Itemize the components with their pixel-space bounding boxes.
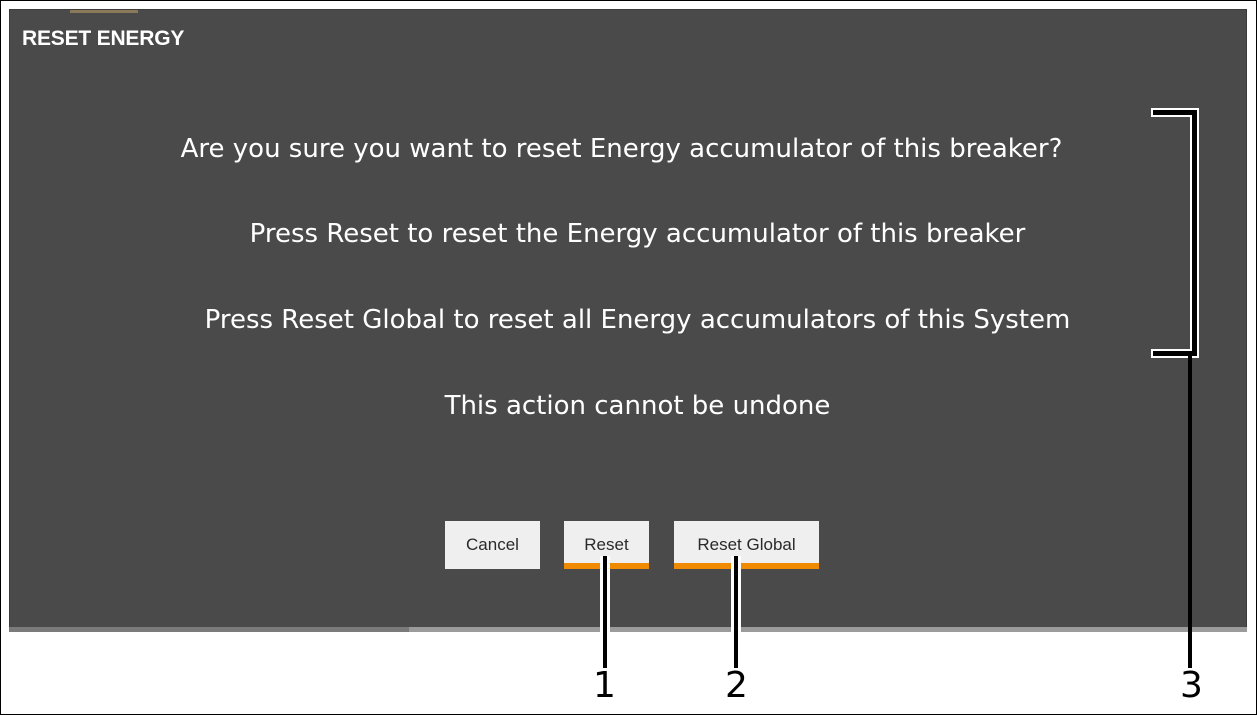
dialog-bottom-strip-dark <box>9 627 409 632</box>
callout-number-3: 3 <box>1180 665 1203 706</box>
undo-warning: This action cannot be undone <box>444 391 831 421</box>
callout-number-2: 2 <box>725 665 748 706</box>
dialog-top-accent <box>70 10 138 13</box>
callout-bracket-right <box>1192 110 1197 356</box>
callout-3-line <box>1188 356 1192 668</box>
callout-number-1: 1 <box>593 665 616 706</box>
reset-global-button[interactable]: Reset Global <box>674 521 819 569</box>
dialog-title: RESET ENERGY <box>22 27 185 50</box>
callout-bracket-top <box>1153 110 1197 115</box>
callout-1-line <box>603 556 607 668</box>
cancel-button[interactable]: Cancel <box>445 521 540 569</box>
callout-2-line <box>734 556 738 668</box>
reset-explanation: Press Reset to reset the Energy accumula… <box>249 219 1026 249</box>
confirm-question: Are you sure you want to reset Energy ac… <box>180 134 1063 164</box>
reset-global-explanation: Press Reset Global to reset all Energy a… <box>204 305 1071 335</box>
